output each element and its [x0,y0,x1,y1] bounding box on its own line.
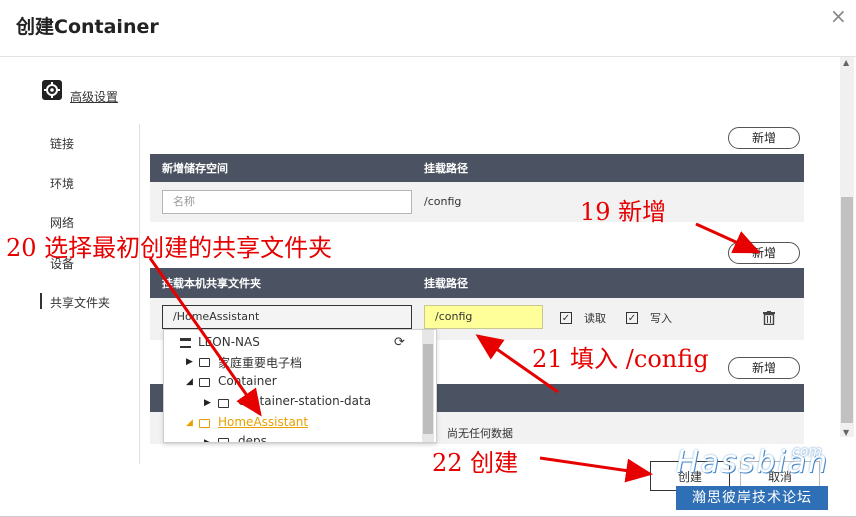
annotation-21: 21 填入 /config [532,345,709,373]
watermark-forum: 瀚思彼岸技术论坛 [676,486,828,510]
annotation-22: 22 创建 [432,449,519,477]
annotation-20: 20 选择最初创建的共享文件夹 [6,234,333,262]
arrow-19 [695,222,761,254]
arrow-22 [539,456,653,483]
watermark-com: com [792,444,822,460]
arrow-20 [148,257,262,417]
annotation-19: 19 新增 [580,198,667,226]
